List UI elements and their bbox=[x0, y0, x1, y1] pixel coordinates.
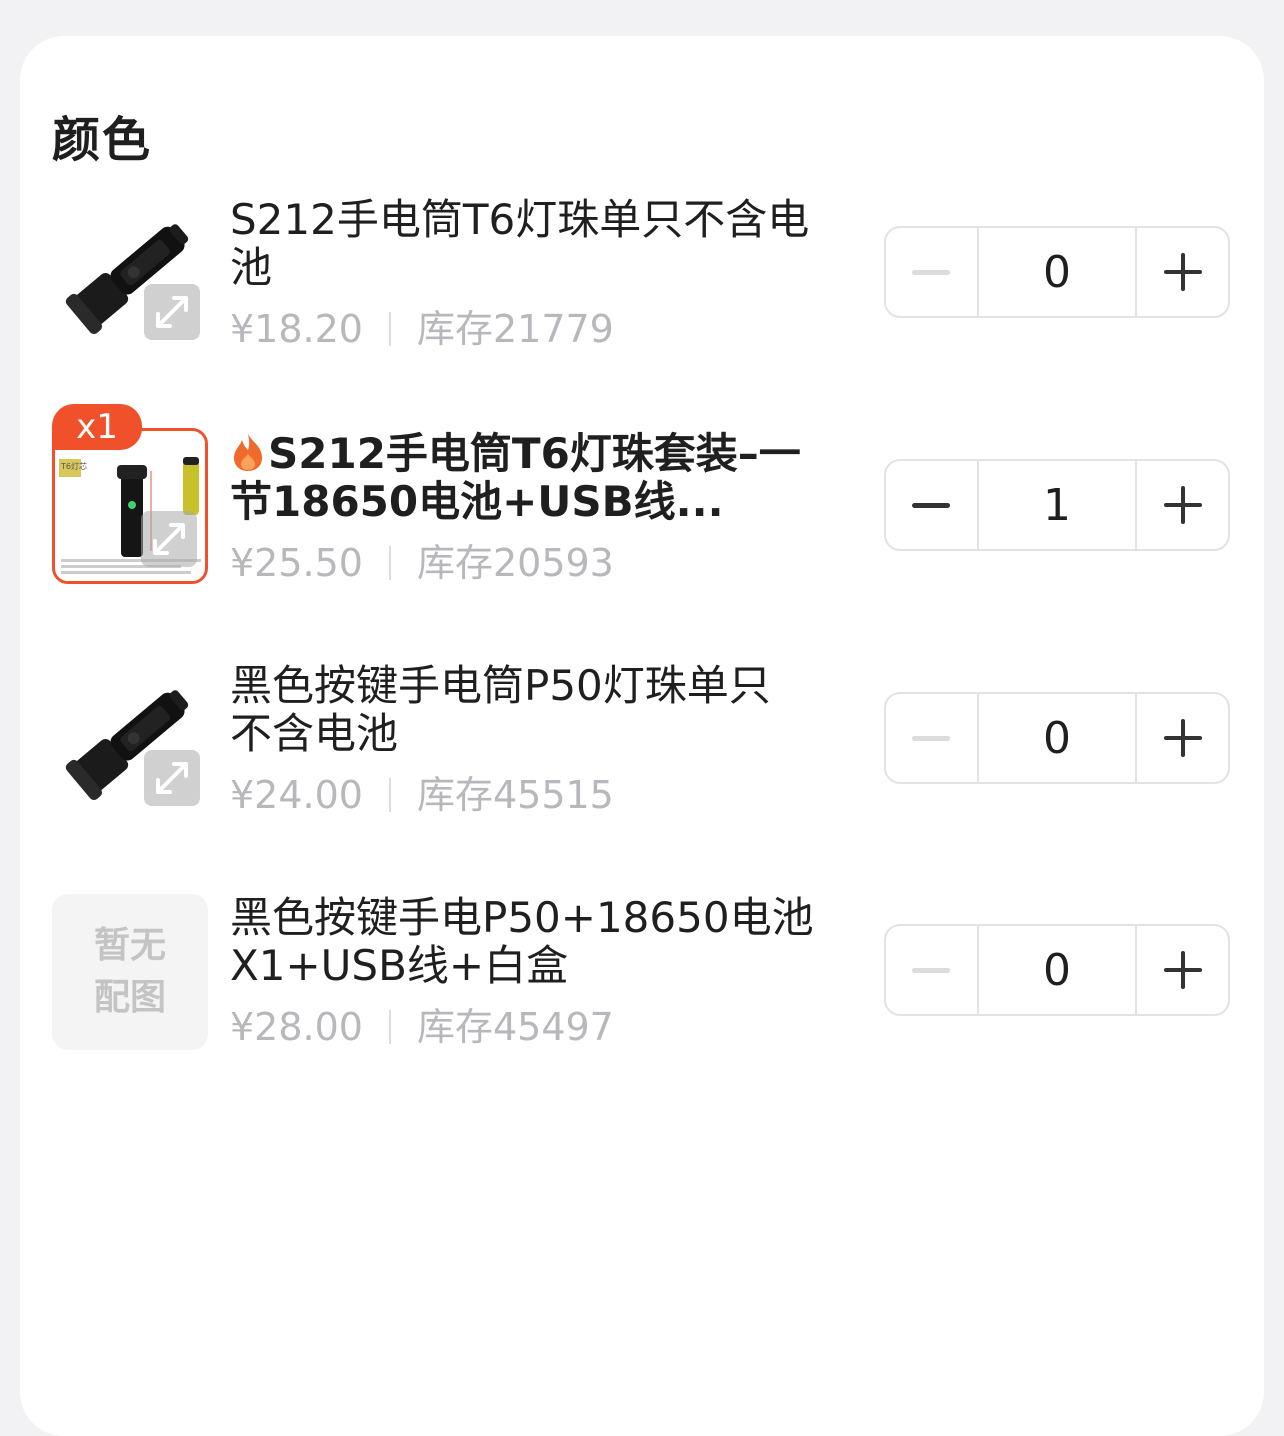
product-price: ¥18.20 bbox=[230, 307, 363, 351]
quantity-value[interactable]: 0 bbox=[976, 926, 1138, 1014]
divider bbox=[388, 312, 391, 346]
fire-icon bbox=[234, 434, 262, 471]
product-meta: ¥25.50 库存20593 bbox=[230, 532, 614, 587]
increase-button[interactable] bbox=[1137, 926, 1228, 1014]
product-thumbnail-placeholder: 暂无 配图 bbox=[52, 894, 208, 1050]
product-stock: 库存21779 bbox=[416, 307, 614, 351]
quantity-value[interactable]: 0 bbox=[976, 694, 1138, 782]
increase-button[interactable] bbox=[1137, 228, 1228, 316]
sku-row[interactable]: T6灯芯 x1 S212手电筒T6灯珠套装–一节18650电池+USB线... … bbox=[52, 404, 1232, 585]
minus-icon bbox=[912, 967, 951, 973]
product-price: ¥24.00 bbox=[230, 773, 363, 817]
placeholder-text: 暂无 bbox=[93, 925, 166, 966]
minus-icon bbox=[912, 735, 951, 741]
plus-icon bbox=[1163, 719, 1202, 757]
decrease-button[interactable] bbox=[886, 926, 977, 1014]
decrease-button[interactable] bbox=[886, 228, 977, 316]
product-meta: ¥24.00 库存45515 bbox=[230, 764, 614, 819]
product-meta: ¥28.00 库存45497 bbox=[230, 996, 614, 1051]
product-name: 黑色按键手电P50+18650电池X1+USB线+白盒 bbox=[230, 893, 814, 990]
quantity-stepper: 1 bbox=[884, 459, 1230, 551]
plus-icon bbox=[1163, 253, 1202, 291]
sku-row[interactable]: 黑色按键手电筒P50灯珠单只不含电池 ¥24.00 库存45515 0 bbox=[52, 662, 1232, 822]
increase-button[interactable] bbox=[1137, 461, 1228, 549]
expand-icon[interactable] bbox=[144, 284, 200, 340]
increase-button[interactable] bbox=[1137, 694, 1228, 782]
minus-icon bbox=[912, 269, 951, 275]
selected-count-badge: x1 bbox=[52, 404, 142, 450]
thumbnail-label: T6灯芯 bbox=[61, 462, 87, 471]
product-thumbnail[interactable]: T6灯芯 bbox=[52, 428, 208, 584]
sku-row[interactable]: 暂无 配图 黑色按键手电P50+18650电池X1+USB线+白盒 ¥28.00… bbox=[52, 894, 1232, 1054]
quantity-value[interactable]: 1 bbox=[976, 461, 1138, 549]
product-thumbnail[interactable] bbox=[52, 662, 208, 818]
product-stock: 库存20593 bbox=[416, 541, 614, 585]
decrease-button[interactable] bbox=[886, 694, 977, 782]
product-price: ¥28.00 bbox=[230, 1005, 363, 1049]
quantity-stepper: 0 bbox=[884, 924, 1230, 1016]
product-meta: ¥18.20 库存21779 bbox=[230, 298, 614, 353]
sku-row[interactable]: S212手电筒T6灯珠单只不含电池 ¥18.20 库存21779 0 bbox=[52, 196, 1232, 356]
divider bbox=[388, 546, 391, 580]
minus-icon bbox=[912, 502, 951, 508]
section-title: 颜色 bbox=[52, 112, 153, 168]
expand-icon[interactable] bbox=[141, 511, 197, 567]
placeholder-text: 配图 bbox=[93, 977, 166, 1018]
product-stock: 库存45497 bbox=[416, 1005, 614, 1049]
divider bbox=[388, 778, 391, 812]
product-name-text: S212手电筒T6灯珠套装–一节18650电池+USB线... bbox=[230, 429, 801, 526]
quantity-value[interactable]: 0 bbox=[976, 228, 1138, 316]
quantity-stepper: 0 bbox=[884, 226, 1230, 318]
product-name: 黑色按键手电筒P50灯珠单只不含电池 bbox=[230, 661, 771, 758]
product-thumbnail[interactable] bbox=[52, 196, 208, 352]
plus-icon bbox=[1163, 486, 1202, 524]
product-name: S212手电筒T6灯珠单只不含电池 bbox=[230, 195, 810, 292]
plus-icon bbox=[1163, 951, 1202, 989]
product-name: S212手电筒T6灯珠套装–一节18650电池+USB线... bbox=[230, 430, 830, 526]
expand-icon[interactable] bbox=[144, 750, 200, 806]
decrease-button[interactable] bbox=[886, 461, 977, 549]
divider bbox=[388, 1010, 391, 1044]
quantity-stepper: 0 bbox=[884, 692, 1230, 784]
product-price: ¥25.50 bbox=[230, 541, 363, 585]
product-stock: 库存45515 bbox=[416, 773, 614, 817]
